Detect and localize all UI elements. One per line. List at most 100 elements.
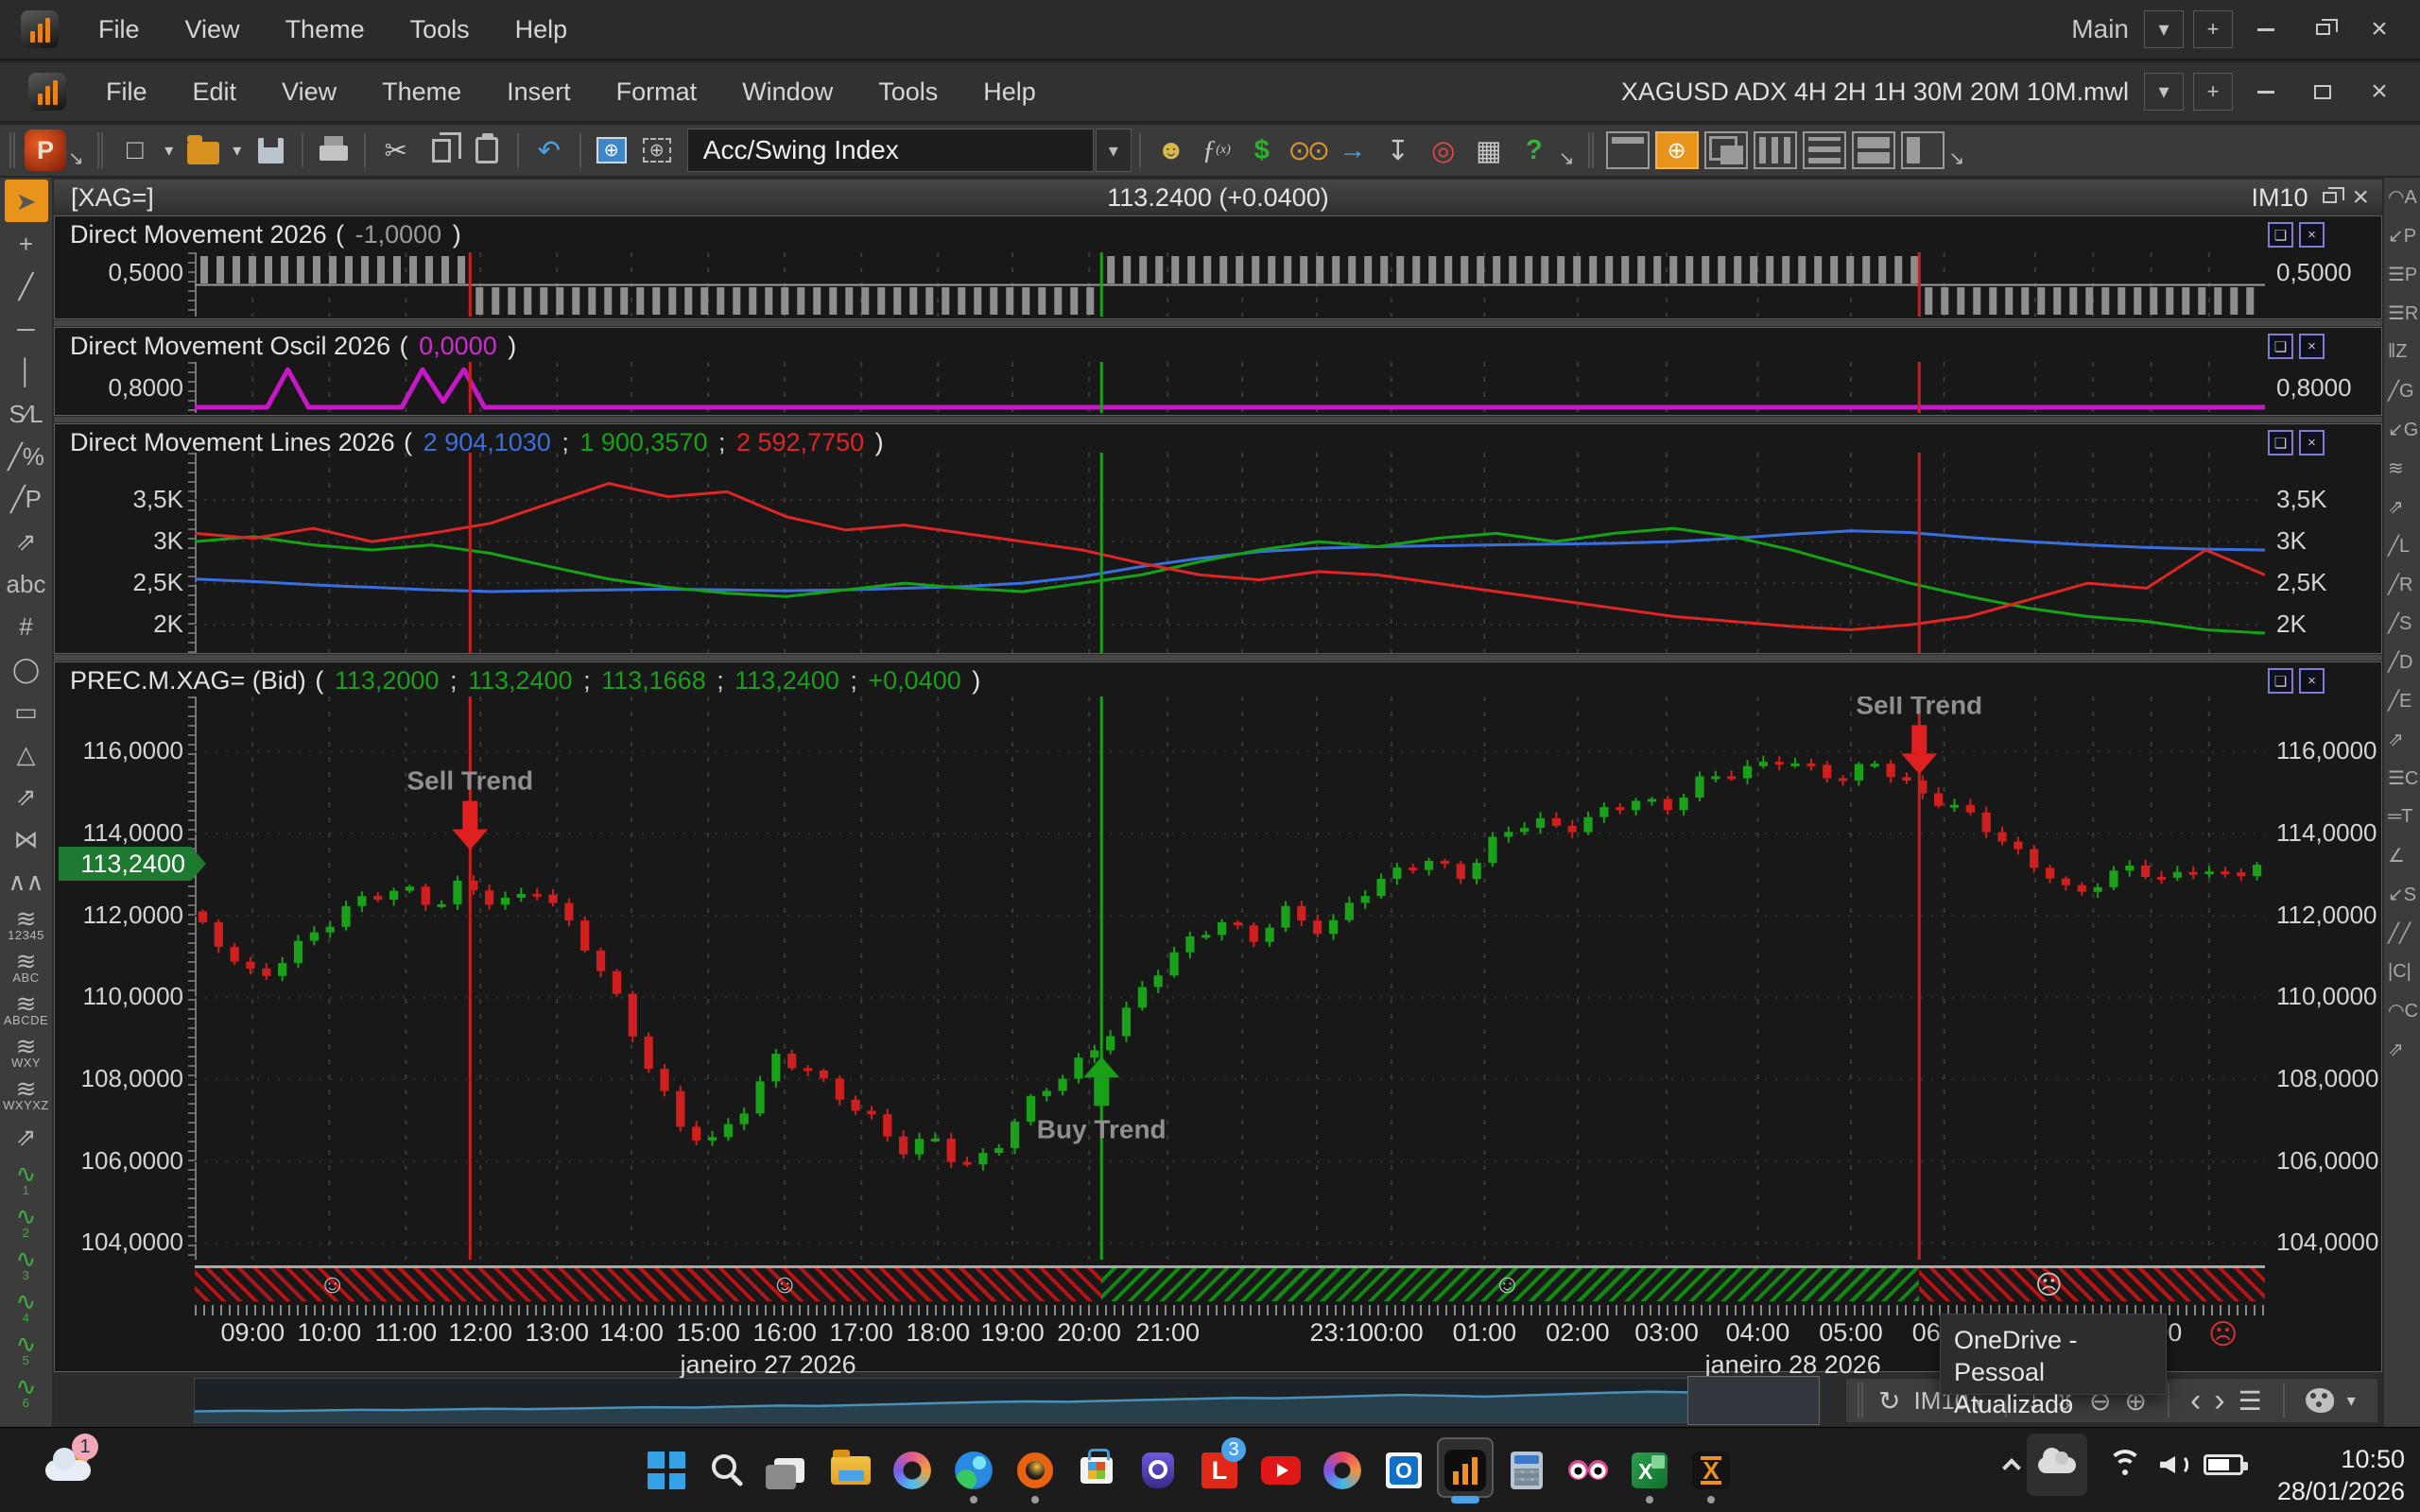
windows-cascade-icon[interactable] (1704, 131, 1748, 169)
menu-file[interactable]: File (76, 15, 163, 44)
minimize-button[interactable] (2242, 72, 2290, 112)
taskbar-copilot[interactable] (882, 1435, 942, 1505)
arrow-g-tool[interactable]: ↙G (2384, 410, 2420, 449)
line-e-tool[interactable]: ╱E (2384, 681, 2420, 720)
ruler-percent-tool[interactable]: ╱% (5, 435, 48, 477)
weather-widget[interactable]: 1 (38, 1435, 98, 1505)
taskbar-shield-app[interactable] (1128, 1435, 1188, 1505)
lines-d-tool[interactable]: ╱D (2384, 643, 2420, 681)
panel-close-icon[interactable]: × (2299, 430, 2325, 455)
toolbar-grip[interactable] (97, 132, 103, 168)
corner-arrow-icon[interactable]: ↘ (1559, 146, 1575, 170)
toolbar-grip[interactable] (9, 132, 15, 168)
taskbar-l-app[interactable]: 3 (1189, 1435, 1250, 1505)
chart-navigator[interactable] (194, 1378, 1820, 1423)
arrow-p-tool[interactable]: ↙P (2384, 216, 2420, 255)
zigzag-5-tool[interactable]: ∿5 (5, 1328, 48, 1370)
document-dropdown[interactable]: ▾ (2144, 73, 2184, 111)
workspace-add-button[interactable]: + (2193, 10, 2233, 48)
candlestick-plot[interactable]: Sell TrendBuy TrendSell Trend (195, 696, 2265, 1260)
menu-view[interactable]: View (163, 15, 263, 44)
taskbar-microsoft-365[interactable] (1312, 1435, 1373, 1505)
corner-arrow-icon[interactable]: ↘ (1949, 146, 1965, 170)
tile-two-icon[interactable] (1852, 131, 1895, 169)
direct-movement-lines-plot[interactable] (195, 453, 2265, 653)
expand-group-2[interactable]: ⇗ (5, 775, 48, 817)
wave-abc-tool[interactable]: ≋ABC (5, 945, 48, 988)
binoculars-icon[interactable]: ⊙⊙ (1285, 128, 1330, 173)
taskbar-edge[interactable] (943, 1435, 1004, 1505)
pointer-tool[interactable]: ➤ (5, 180, 48, 222)
corner-arrow-icon[interactable]: ↘ (68, 146, 84, 170)
cut-icon[interactable]: ✂ (373, 128, 419, 173)
trend-line-tool[interactable]: ╱ (5, 265, 48, 307)
grid-tool[interactable]: # (5, 605, 48, 647)
battery-icon[interactable] (2193, 1434, 2254, 1496)
stop-limit-line-tool[interactable]: S⁄L (5, 392, 48, 435)
dollar-icon[interactable]: $ (1239, 128, 1285, 173)
horizontal-line-tool[interactable]: ─ (5, 307, 48, 350)
wave-wxy-tool[interactable]: ≋WXY (5, 1030, 48, 1073)
save-icon[interactable] (249, 128, 294, 173)
menu-help[interactable]: Help (493, 15, 591, 44)
menu-edit[interactable]: Edit (170, 77, 260, 107)
expand-r3[interactable]: ⇗ (2384, 1030, 2420, 1069)
pennant-tool[interactable]: ⋈ (5, 817, 48, 860)
gauge-a-tool[interactable]: ◠A (2384, 178, 2420, 216)
menu-insert[interactable]: Insert (484, 77, 594, 107)
taskbar-spreadsheet-app[interactable] (1619, 1435, 1680, 1505)
text-tool[interactable]: abc (5, 562, 48, 605)
ellipse-tool[interactable]: ◯ (5, 647, 48, 690)
zoom-region-icon[interactable]: ⊕ (634, 128, 680, 173)
zigzag-2-tool[interactable]: ∿2 (5, 1200, 48, 1243)
trader-icon[interactable]: ☻ (1149, 128, 1194, 173)
panel-restore-icon[interactable]: ❏ (2268, 222, 2293, 248)
menu-help[interactable]: Help (960, 77, 1059, 107)
vertical-line-tool[interactable]: │ (5, 350, 48, 392)
palette-icon[interactable] (2306, 1388, 2334, 1413)
restore-button[interactable] (2299, 9, 2346, 49)
indicator-combobox[interactable]: Acc/Swing Index (687, 129, 1094, 172)
chart-restore-icon[interactable] (2323, 192, 2337, 203)
workspace-name[interactable]: Main (2071, 14, 2129, 44)
page-right-icon[interactable]: › (2214, 1383, 2224, 1419)
menu-tools[interactable]: Tools (856, 77, 960, 107)
clock[interactable]: 10:50 28/01/2026 (2277, 1443, 2405, 1507)
download-icon[interactable]: ↧ (1375, 128, 1421, 173)
chart-window-icon[interactable]: ⊕ (589, 128, 634, 173)
taskbar-calculator[interactable] (1496, 1435, 1557, 1505)
taskbar-browser-ring[interactable] (1005, 1435, 1065, 1505)
panel-splitter[interactable] (54, 416, 2382, 423)
tile-split-icon[interactable] (1901, 131, 1945, 169)
window-target-active-icon[interactable]: ⊕ (1655, 131, 1699, 169)
toolbar-grip[interactable] (1588, 132, 1594, 168)
zigzag-6-tool[interactable]: ∿6 (5, 1370, 48, 1413)
triangle-tool[interactable]: △ (5, 732, 48, 775)
maximize-button[interactable] (2299, 72, 2346, 112)
refresh-icon[interactable]: ↻ (1878, 1385, 1900, 1417)
copy-icon[interactable] (419, 128, 464, 173)
taskbar-owl-app[interactable] (1558, 1435, 1618, 1505)
menu-file[interactable]: File (83, 77, 170, 107)
zigzag-4-tool[interactable]: ∿4 (5, 1285, 48, 1328)
menu-theme[interactable]: Theme (263, 15, 388, 44)
chart-close-icon[interactable]: × (2352, 183, 2369, 212)
mesh-tool[interactable]: ≋ (2384, 449, 2420, 488)
taskbar-youtube[interactable] (1251, 1435, 1311, 1505)
new-caret-icon[interactable]: ▾ (158, 128, 181, 173)
taskbar-start[interactable] (636, 1435, 697, 1505)
target-icon[interactable]: ◎ (1421, 128, 1466, 173)
wave-12345-tool[interactable]: ≋12345 (5, 902, 48, 945)
panel-restore-icon[interactable]: ❏ (2268, 430, 2293, 455)
panel-close-icon[interactable]: × (2299, 334, 2325, 359)
taskbar-search[interactable] (698, 1435, 758, 1505)
open-caret-icon[interactable]: ▾ (226, 128, 249, 173)
wave-abcde-tool[interactable]: ≋ABCDE (5, 988, 48, 1030)
list-icon[interactable]: ☰ (2238, 1385, 2262, 1417)
direct-movement-plot[interactable] (195, 252, 2265, 317)
paste-icon[interactable] (464, 128, 510, 173)
help-icon[interactable]: ? (1512, 128, 1557, 173)
menu-tools[interactable]: Tools (388, 15, 493, 44)
onedrive-tray-icon[interactable] (2027, 1434, 2087, 1496)
window-single-icon[interactable] (1606, 131, 1650, 169)
